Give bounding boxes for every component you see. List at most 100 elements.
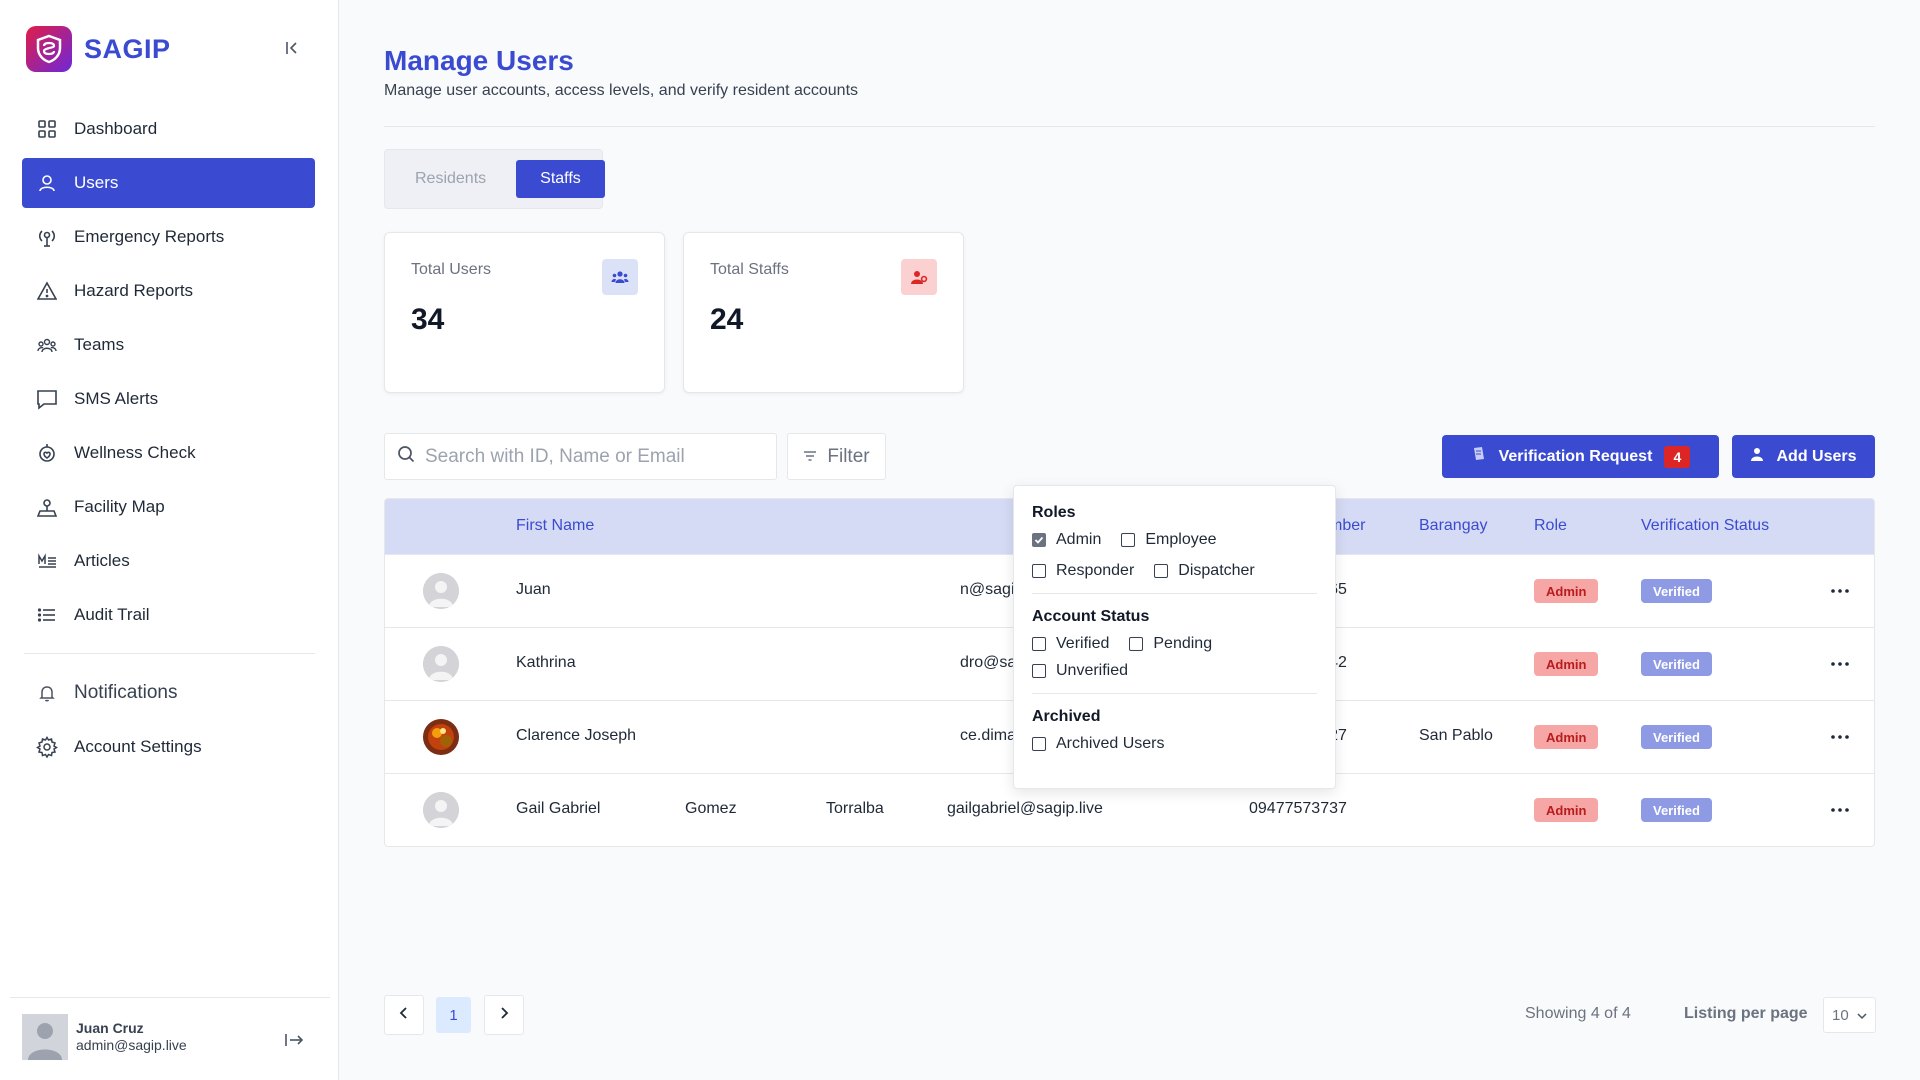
next-page-button[interactable] <box>484 995 524 1035</box>
role-admin-checkbox[interactable]: Admin <box>1032 531 1101 549</box>
sidebar-item-dashboard[interactable]: Dashboard <box>22 104 315 154</box>
status-pending-checkbox[interactable]: Pending <box>1129 635 1212 653</box>
more-options-icon[interactable] <box>1828 579 1852 603</box>
sidebar-item-articles[interactable]: Articles <box>22 536 315 586</box>
sidebar-item-account-settings[interactable]: Account Settings <box>22 722 315 772</box>
first-name: Kathrina <box>516 654 576 671</box>
brand[interactable]: SAGIP <box>26 26 171 72</box>
status-unverified-checkbox[interactable]: Unverified <box>1032 662 1128 680</box>
total-users-value: 34 <box>411 303 445 336</box>
header-divider <box>384 126 1875 127</box>
role-dispatcher-checkbox[interactable]: Dispatcher <box>1154 562 1255 580</box>
checkbox-checked-icon <box>1032 533 1046 547</box>
column-first-name[interactable]: First Name <box>516 517 594 535</box>
filter-button[interactable]: Filter <box>787 433 886 480</box>
sidebar-item-label: Articles <box>74 551 130 570</box>
sidebar-item-label: Dashboard <box>74 119 158 138</box>
checkbox-label: Employee <box>1145 531 1217 548</box>
user-icon <box>36 172 58 194</box>
sidebar-item-label: Facility Map <box>74 497 165 516</box>
total-staffs-label: Total Staffs <box>710 261 789 278</box>
sidebar-item-hazard-reports[interactable]: Hazard Reports <box>22 266 315 316</box>
archived-users-checkbox[interactable]: Archived Users <box>1032 735 1164 753</box>
logout-icon[interactable] <box>282 1028 306 1052</box>
role-badge: Admin <box>1534 652 1599 676</box>
per-page-select[interactable]: 10 <box>1823 997 1876 1033</box>
sidebar-item-wellness-check[interactable]: Wellness Check <box>22 428 315 478</box>
more-options-icon[interactable] <box>1828 652 1852 676</box>
avatar <box>423 646 459 682</box>
checkbox-label: Responder <box>1056 562 1135 579</box>
checkbox-icon <box>1032 664 1046 678</box>
sidebar-item-sms-alerts[interactable]: SMS Alerts <box>22 374 315 424</box>
account-status-heading: Account Status <box>1032 608 1150 625</box>
sidebar-item-label: SMS Alerts <box>74 389 159 408</box>
document-icon <box>1471 446 1487 467</box>
tab-staffs[interactable]: Staffs <box>516 160 605 198</box>
gear-icon <box>36 736 58 758</box>
page-title: Manage Users <box>384 45 574 76</box>
avatar[interactable] <box>22 1014 68 1060</box>
checkbox-icon <box>1032 564 1046 578</box>
tab-residents[interactable]: Residents <box>393 160 508 198</box>
filter-dropdown: Roles Admin Employee Responder Dispatche… <box>1013 485 1336 789</box>
sidebar-item-teams[interactable]: Teams <box>22 320 315 370</box>
first-name: Clarence Joseph <box>516 727 637 744</box>
checkbox-icon <box>1154 564 1169 578</box>
add-users-button[interactable]: Add Users <box>1732 435 1875 478</box>
checkbox-icon <box>1129 637 1144 651</box>
sidebar-item-users[interactable]: Users <box>22 158 315 208</box>
verification-count-badge: 4 <box>1664 445 1691 468</box>
sidebar-item-audit-trail[interactable]: Audit Trail <box>22 590 315 640</box>
checkbox-icon <box>1121 533 1136 547</box>
map-pin-icon <box>36 496 58 518</box>
total-users-card: Total Users 34 <box>384 232 665 393</box>
checkbox-icon <box>1032 637 1046 651</box>
staff-gear-icon <box>901 259 937 295</box>
more-options-icon[interactable] <box>1828 798 1852 822</box>
role-employee-checkbox[interactable]: Employee <box>1121 531 1217 549</box>
checkbox-label: Dispatcher <box>1178 562 1255 579</box>
verification-request-label: Verification Request <box>1498 447 1653 465</box>
add-user-icon <box>1750 447 1764 466</box>
checkbox-label: Admin <box>1056 531 1102 548</box>
sidebar-item-label: Account Settings <box>74 737 202 756</box>
search-icon <box>397 445 415 468</box>
first-name: Gail Gabriel <box>516 800 601 817</box>
sidebar-item-facility-map[interactable]: Facility Map <box>22 482 315 532</box>
sidebar-item-emergency-reports[interactable]: Emergency Reports <box>22 212 315 262</box>
column-role[interactable]: Role <box>1534 517 1567 535</box>
sidebar-item-label: Audit Trail <box>74 605 150 624</box>
verification-request-button[interactable]: Verification Request 4 <box>1442 435 1719 478</box>
filter-icon <box>803 446 817 468</box>
status-verified-checkbox[interactable]: Verified <box>1032 635 1109 653</box>
sidebar-item-notifications[interactable]: Notifications <box>22 668 315 718</box>
column-verification-status[interactable]: Verification Status <box>1641 517 1769 535</box>
column-barangay[interactable]: Barangay <box>1419 517 1488 535</box>
middle-name: Gomez <box>685 800 737 817</box>
role-badge: Admin <box>1534 798 1599 822</box>
sidebar-secondary-nav: Notifications Account Settings <box>22 668 315 776</box>
collapse-sidebar-icon[interactable] <box>280 36 304 60</box>
more-options-icon[interactable] <box>1828 725 1852 749</box>
page-number-button[interactable]: 1 <box>436 997 471 1033</box>
role-responder-checkbox[interactable]: Responder <box>1032 562 1134 580</box>
search-input[interactable] <box>425 445 755 468</box>
showing-count: Showing 4 of 4 <box>1525 1005 1631 1022</box>
checkbox-label: Unverified <box>1056 662 1129 679</box>
previous-page-button[interactable] <box>384 995 424 1035</box>
chevron-down-icon <box>1857 1007 1867 1024</box>
sidebar-item-label: Notifications <box>74 682 178 703</box>
search-bar <box>384 433 777 480</box>
chevron-left-icon <box>399 1006 409 1024</box>
archived-heading: Archived <box>1032 708 1101 725</box>
barangay: San Pablo <box>1419 727 1493 744</box>
per-page-value: 10 <box>1832 1006 1849 1024</box>
contact-number: 09477573737 <box>1249 800 1347 817</box>
sidebar-nav: Dashboard Users Emergency Reports Hazard… <box>22 104 315 644</box>
first-name: Juan <box>516 581 551 598</box>
list-icon <box>36 604 58 626</box>
avatar <box>423 719 459 755</box>
checkbox-icon <box>1032 737 1046 751</box>
bell-icon <box>36 682 58 704</box>
